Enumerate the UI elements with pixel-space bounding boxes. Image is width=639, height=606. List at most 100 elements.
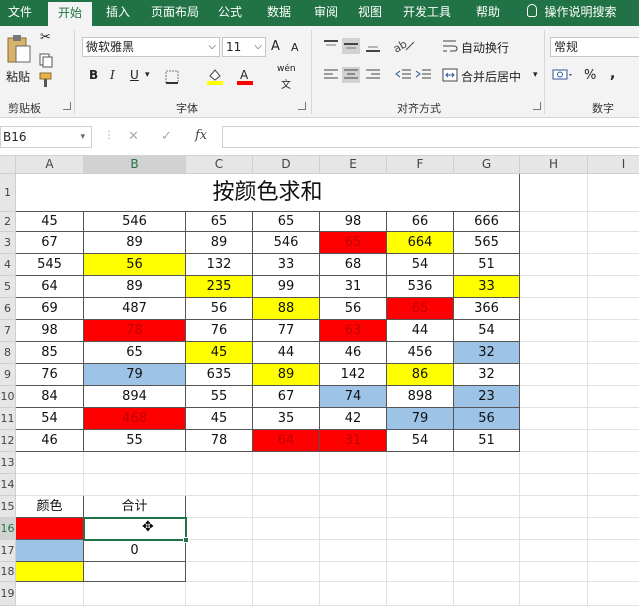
grid-cell[interactable] [588, 562, 639, 582]
data-cell[interactable]: 69 [16, 298, 84, 320]
grid-cell[interactable] [454, 518, 520, 540]
grid-cell[interactable] [588, 254, 639, 276]
paste-button[interactable]: 粘贴 [4, 32, 32, 88]
grid-cell[interactable] [520, 298, 588, 320]
row-header-1[interactable]: 1 [0, 174, 16, 212]
merge-center-icon[interactable] [442, 67, 458, 83]
grid-cell[interactable] [387, 474, 454, 496]
borders-icon[interactable] [164, 69, 180, 85]
data-cell[interactable]: 98 [16, 320, 84, 342]
cut-icon[interactable]: ✂ [40, 30, 51, 45]
grid-cell[interactable] [84, 452, 186, 474]
row-header-9[interactable]: 9 [0, 364, 16, 386]
data-cell[interactable]: 86 [387, 364, 454, 386]
shrink-font-button[interactable]: A [291, 41, 299, 54]
grid-cell[interactable] [520, 174, 588, 212]
bold-button[interactable]: B [89, 68, 98, 82]
column-header-h[interactable]: H [520, 156, 588, 174]
font-dialog-launcher[interactable] [298, 102, 306, 110]
grid-cell[interactable] [588, 364, 639, 386]
grid-cell[interactable] [186, 562, 253, 582]
grid-cell[interactable] [520, 364, 588, 386]
underline-button[interactable]: U [130, 68, 139, 82]
grid-cell[interactable] [454, 452, 520, 474]
align-center-icon[interactable] [342, 67, 360, 83]
data-cell[interactable]: 546 [84, 212, 186, 232]
grid-cell[interactable] [588, 496, 639, 518]
data-cell[interactable]: 42 [320, 408, 387, 430]
data-cell[interactable]: 45 [186, 408, 253, 430]
ribbon-tab[interactable]: 视图 [350, 0, 390, 26]
alignment-dialog-launcher[interactable] [533, 102, 541, 110]
increase-indent-icon[interactable] [414, 67, 432, 83]
column-header-e[interactable]: E [320, 156, 387, 174]
worksheet-grid[interactable]: A B C D E F G H I 1 2 3 4 5 6 7 8 9 10 11 12 13 14 15 16 17 18 19 按颜… [0, 156, 639, 606]
grid-cell[interactable] [253, 474, 320, 496]
data-cell[interactable]: 89 [84, 276, 186, 298]
grid-cell[interactable] [520, 496, 588, 518]
grid-cell[interactable] [588, 386, 639, 408]
data-cell[interactable]: 54 [16, 408, 84, 430]
align-middle-icon[interactable] [342, 38, 360, 54]
decrease-indent-icon[interactable] [394, 67, 412, 83]
row-header-19[interactable]: 19 [0, 582, 16, 606]
grid-cell[interactable] [84, 474, 186, 496]
data-cell[interactable]: 77 [253, 320, 320, 342]
data-cell[interactable]: 45 [16, 212, 84, 232]
data-cell[interactable]: 31 [320, 276, 387, 298]
data-cell[interactable]: 89 [253, 364, 320, 386]
grid-cell[interactable] [588, 430, 639, 452]
data-cell[interactable]: 54 [387, 430, 454, 452]
data-cell[interactable]: 235 [186, 276, 253, 298]
number-format-combo[interactable]: 常规 [550, 37, 639, 57]
data-cell[interactable]: 88 [253, 298, 320, 320]
data-cell[interactable]: 68 [320, 254, 387, 276]
row-header-7[interactable]: 7 [0, 320, 16, 342]
row-header-8[interactable]: 8 [0, 342, 16, 364]
data-cell[interactable]: 132 [186, 254, 253, 276]
data-cell[interactable]: 487 [84, 298, 186, 320]
data-cell[interactable]: 898 [387, 386, 454, 408]
grid-cell[interactable] [186, 518, 253, 540]
data-cell[interactable]: 142 [320, 364, 387, 386]
grid-cell[interactable] [520, 430, 588, 452]
grid-cell[interactable] [253, 562, 320, 582]
grid-cell[interactable] [320, 540, 387, 562]
comma-style-button[interactable]: , [610, 66, 615, 82]
data-cell[interactable]: 98 [320, 212, 387, 232]
column-header-d[interactable]: D [253, 156, 320, 174]
tell-me-search[interactable]: 操作说明搜索 [522, 0, 639, 26]
fill-color-icon[interactable] [206, 67, 224, 85]
data-cell[interactable]: 76 [16, 364, 84, 386]
grid-cell[interactable] [520, 386, 588, 408]
grid-cell[interactable] [253, 518, 320, 540]
grid-cell[interactable] [520, 474, 588, 496]
data-cell[interactable]: 78 [186, 430, 253, 452]
data-cell[interactable]: 78 [84, 320, 186, 342]
total-cell[interactable] [84, 562, 186, 582]
grid-cell[interactable] [454, 474, 520, 496]
grid-cell[interactable] [520, 562, 588, 582]
row-header-15[interactable]: 15 [0, 496, 16, 518]
column-header-i[interactable]: I [588, 156, 639, 174]
data-cell[interactable]: 89 [84, 232, 186, 254]
ribbon-tab[interactable]: 数据 [256, 0, 302, 26]
data-cell[interactable]: 44 [253, 342, 320, 364]
data-cell[interactable]: 666 [454, 212, 520, 232]
data-cell[interactable]: 55 [84, 430, 186, 452]
grid-cell[interactable] [588, 276, 639, 298]
grid-cell[interactable] [520, 518, 588, 540]
grid-cell[interactable] [454, 562, 520, 582]
row-header-17[interactable]: 17 [0, 540, 16, 562]
grid-cell[interactable] [454, 582, 520, 606]
grow-font-button[interactable]: A [271, 39, 280, 54]
grid-cell[interactable] [588, 452, 639, 474]
data-cell[interactable]: 33 [253, 254, 320, 276]
grid-cell[interactable] [588, 212, 639, 232]
data-cell[interactable]: 74 [320, 386, 387, 408]
grid-cell[interactable] [186, 452, 253, 474]
grid-cell[interactable] [588, 320, 639, 342]
data-cell[interactable]: 65 [84, 342, 186, 364]
clipboard-dialog-launcher[interactable] [63, 102, 71, 110]
grid-cell[interactable] [520, 254, 588, 276]
